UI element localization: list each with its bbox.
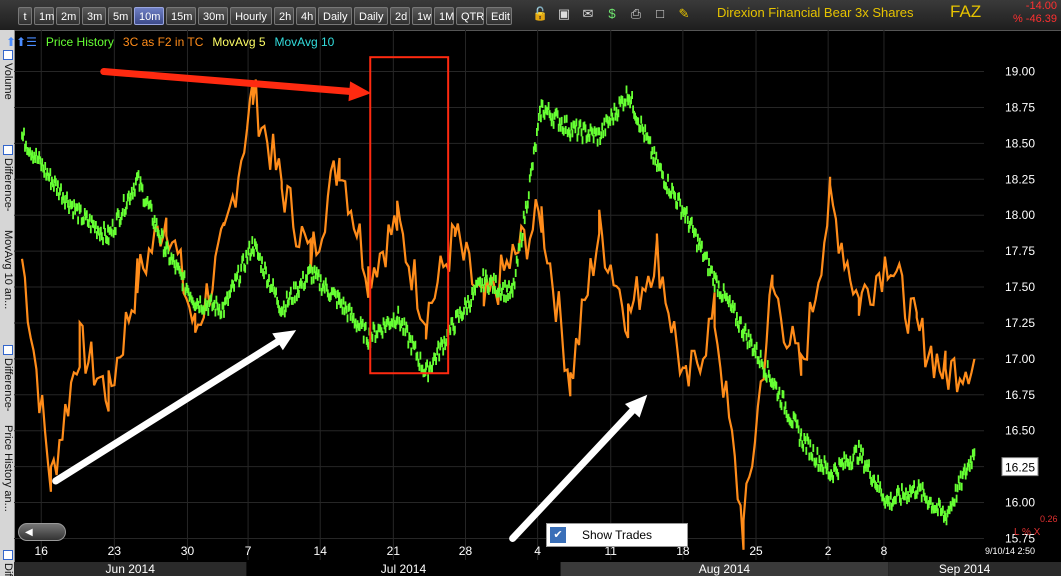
- x-tick-label: 4: [534, 544, 541, 558]
- y-tick-label: 17.50: [1005, 280, 1035, 294]
- legend-move-icon[interactable]: ⬆⬆☰: [6, 35, 37, 49]
- chevron-left-icon: ◀: [25, 527, 33, 538]
- price-chart[interactable]: 19.00 18.75 18.50 18.25 18.00 17.75 17.50 17.25…: [14, 30, 1061, 576]
- legend-item-2: MovAvg 5: [212, 35, 266, 49]
- x-tick-label: 7: [245, 544, 252, 558]
- x-tick-label: 25: [749, 544, 763, 558]
- last-price-label: 16.25: [1005, 461, 1035, 475]
- x-tick-label: 30: [181, 544, 195, 558]
- toolbar: t 1m 2m 3m 5m 10m 15m 30m Hourly 2h 4h Daily Daily 2d…: [0, 0, 1061, 31]
- y-tick-label: 18.25: [1005, 172, 1035, 186]
- series-ticks-price: [21, 85, 976, 526]
- timeframe-button-13[interactable]: 2d: [390, 7, 410, 25]
- panel-tab-movavg[interactable]: MovAvg 10 an...: [0, 230, 14, 340]
- timeframe-button-15[interactable]: 1M: [434, 7, 454, 25]
- email-icon[interactable]: ✉: [580, 6, 596, 22]
- y-tick-label: 18.50: [1005, 136, 1035, 150]
- y-tick-label: 17.75: [1005, 244, 1035, 258]
- bottom-value: 0.26: [1040, 514, 1058, 524]
- annotation-arrowhead-0: [348, 81, 372, 102]
- x-tick-label: 21: [387, 544, 401, 558]
- panel-tab-price-history[interactable]: Price History an...: [0, 425, 14, 545]
- timeframe-button-11[interactable]: Daily: [318, 7, 352, 25]
- panel-toggle-icon: [3, 145, 13, 155]
- panel-toggle-icon: [3, 345, 13, 355]
- save-icon[interactable]: ▣: [556, 6, 572, 22]
- x-tick-label: 2: [825, 544, 832, 558]
- timeframe-button-8[interactable]: Hourly: [230, 7, 272, 25]
- chart-legend: ⬆⬆☰ Price History 3C as F2 in TC MovAvg 5 Mo…: [6, 35, 343, 49]
- x-tick-label: 8: [881, 544, 888, 558]
- x-tick-label: 16: [35, 544, 49, 558]
- month-label: Aug 2014: [699, 562, 751, 576]
- panel-tab-difference-2[interactable]: Difference-: [0, 345, 14, 430]
- y-tick-label: 18.75: [1005, 100, 1035, 114]
- x-tick-label: 28: [459, 544, 473, 558]
- panel-tabs: Volume Difference- MovAvg 10 an... Diffe…: [0, 30, 15, 576]
- panel-toggle-icon: [3, 550, 13, 560]
- pencil-icon[interactable]: ✎: [676, 6, 692, 22]
- y-tick-label: 19.00: [1005, 65, 1035, 79]
- lock-icon[interactable]: 🔓: [532, 6, 548, 22]
- price-change: -14.00: [1025, 0, 1057, 12]
- dollar-icon[interactable]: $: [604, 6, 620, 22]
- timestamp: 9/10/14 2:50: [985, 546, 1036, 556]
- symbol-label: FAZ: [950, 2, 982, 21]
- y-tick-label: 17.00: [1005, 352, 1035, 366]
- timeframe-button-2[interactable]: 2m: [56, 7, 80, 25]
- legend-item-3: MovAvg 10: [274, 35, 335, 49]
- timeframe-button-7[interactable]: 30m: [198, 7, 228, 25]
- x-axis: 16 23 30 7 14 21 28 4 11 18 25 2 8: [35, 544, 888, 558]
- panel-tab-diff[interactable]: Diff: [0, 550, 14, 576]
- panel-toggle-icon: [3, 50, 13, 60]
- annotation-arrow-0: [100, 68, 353, 95]
- y-tick-label: 16.00: [1005, 496, 1035, 510]
- month-label: Sep 2014: [939, 562, 991, 576]
- scale-label: L % X: [1014, 527, 1041, 538]
- show-trades-toggle[interactable]: ✔ Show Trades: [546, 523, 688, 547]
- x-tick-label: 14: [314, 544, 328, 558]
- timeframe-button-3[interactable]: 3m: [82, 7, 106, 25]
- scroll-left-button[interactable]: ◀: [18, 523, 66, 541]
- annotation-arrow-3: [509, 407, 636, 542]
- y-axis: 19.00 18.75 18.50 18.25 18.00 17.75 17.50 17.25…: [1001, 65, 1039, 545]
- y-tick-label: 17.25: [1005, 316, 1035, 330]
- security-title: Direxion Financial Bear 3x Shares: [717, 5, 914, 20]
- timeframe-button-9[interactable]: 2h: [274, 7, 294, 25]
- window-icon[interactable]: □: [652, 6, 668, 22]
- timeframe-button-0[interactable]: t: [18, 7, 32, 25]
- timeframe-button-5[interactable]: 10m: [134, 7, 164, 25]
- scale-options[interactable]: L % X: [1014, 527, 1040, 538]
- timeframe-button-10[interactable]: 4h: [296, 7, 316, 25]
- y-tick-label: 16.50: [1005, 424, 1035, 438]
- panel-tab-volume[interactable]: Volume: [0, 50, 14, 155]
- timeframe-button-4[interactable]: 5m: [108, 7, 132, 25]
- legend-item-0: Price History: [45, 35, 114, 49]
- y-tick-label: 18.00: [1005, 208, 1035, 222]
- timeframe-button-14[interactable]: 1w: [412, 7, 432, 25]
- legend-item-1: 3C as F2 in TC: [122, 35, 204, 49]
- series-price-history: [21, 85, 976, 526]
- timeframe-button-12[interactable]: Daily: [354, 7, 388, 25]
- timeframe-button-16[interactable]: QTR: [456, 7, 484, 25]
- y-tick-label: 16.75: [1005, 388, 1035, 402]
- timeframe-button-17[interactable]: Edit: [486, 7, 512, 25]
- timeframe-button-1[interactable]: 1m: [34, 7, 54, 25]
- month-label: Jun 2014: [106, 562, 156, 576]
- percent-change: % -46.39: [1012, 13, 1057, 25]
- month-label: Jul 2014: [381, 562, 427, 576]
- show-trades-label: Show Trades: [582, 528, 653, 542]
- checkbox-icon[interactable]: ✔: [550, 527, 566, 543]
- timeframe-button-6[interactable]: 15m: [166, 7, 196, 25]
- x-tick-label: 23: [108, 544, 122, 558]
- month-bar: Jun 2014 Jul 2014 Aug 2014 Sep 2014: [14, 562, 1061, 576]
- print-icon[interactable]: ⎙: [628, 6, 644, 22]
